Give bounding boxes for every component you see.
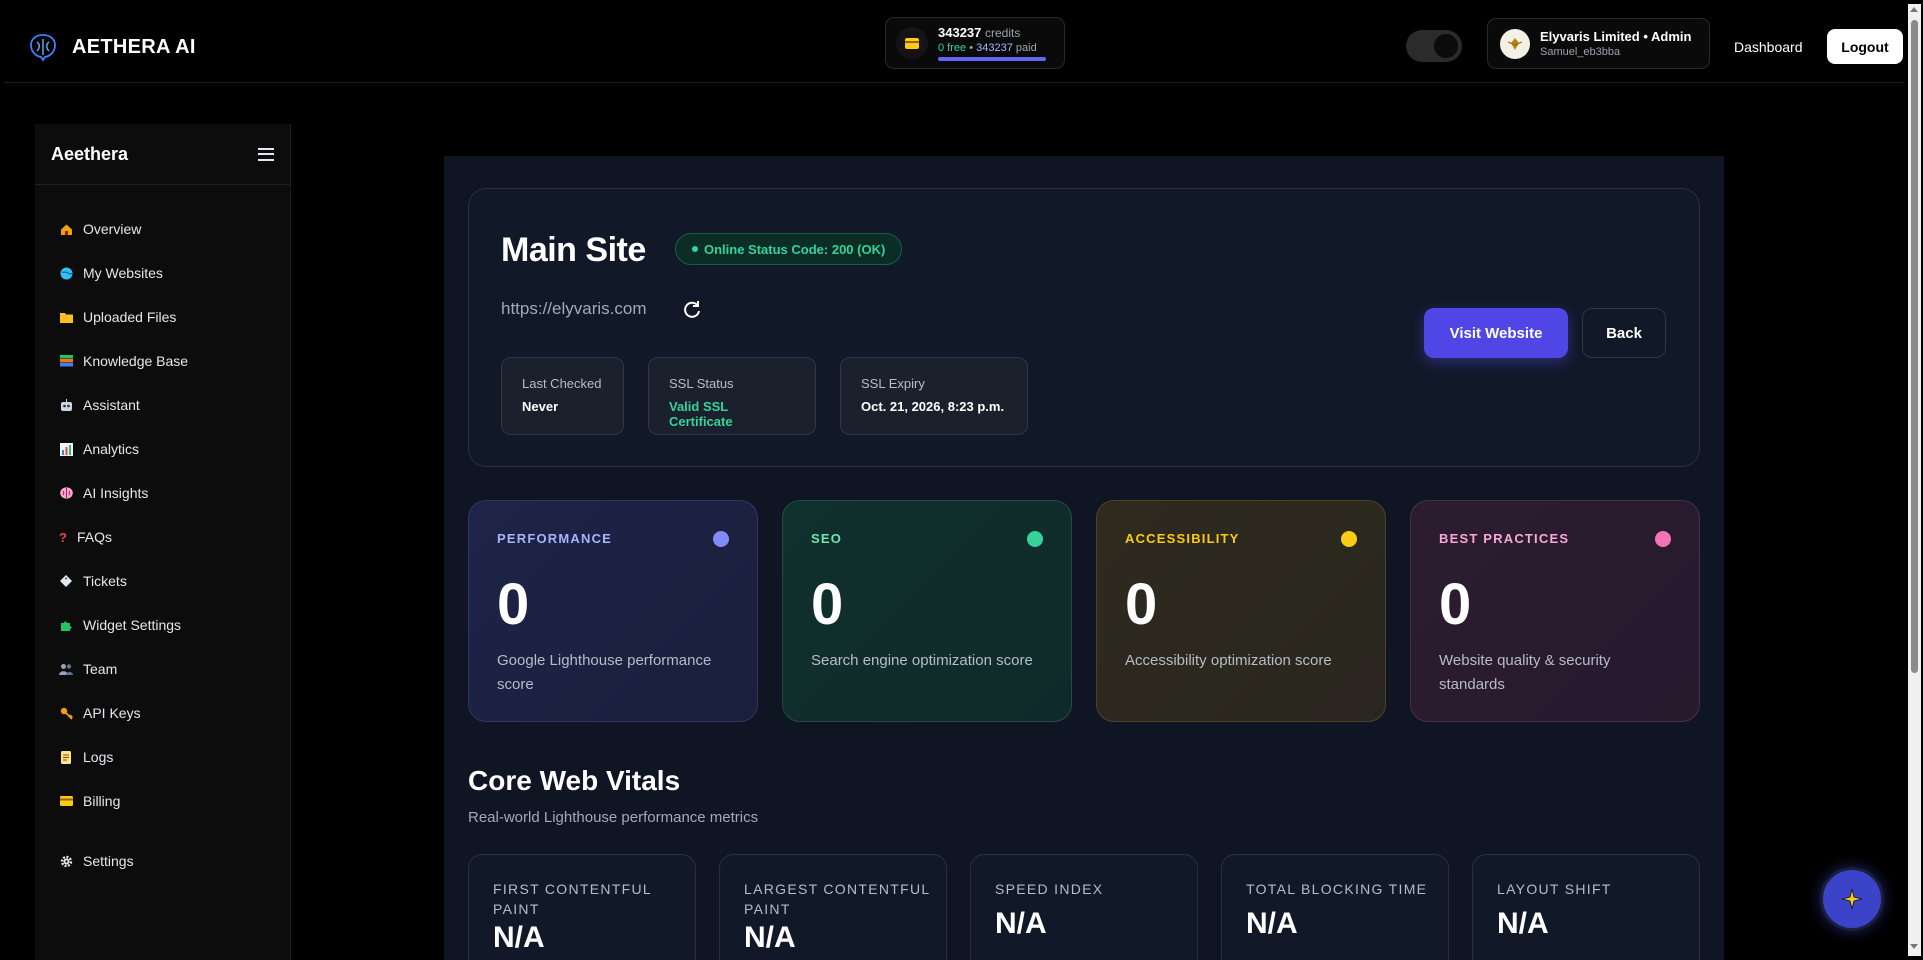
- sidebar-item-my-websites[interactable]: My Websites: [59, 261, 163, 285]
- main-content: Main Site Online Status Code: 200 (OK) h…: [444, 156, 1724, 960]
- last-checked-box: Last Checked Never: [501, 357, 624, 435]
- sidebar-item-billing[interactable]: Billing: [59, 789, 120, 813]
- sidebar-item-logs[interactable]: Logs: [59, 745, 113, 769]
- sidebar-item-analytics[interactable]: Analytics: [59, 437, 139, 461]
- layout-shift-card: LAYOUT SHIFT N/A: [1472, 854, 1700, 960]
- logout-button[interactable]: Logout: [1827, 29, 1903, 64]
- sidebar-item-ai-insights[interactable]: AI Insights: [59, 481, 148, 505]
- dashboard-link[interactable]: Dashboard: [1734, 39, 1803, 55]
- users-icon: [59, 662, 73, 676]
- globe-icon: [59, 266, 73, 280]
- top-bar: AETHERA AI 343237 credits 0 free • 34323…: [4, 4, 1904, 83]
- brand-name: AETHERA AI: [72, 35, 196, 58]
- performance-dot-icon: [713, 531, 729, 547]
- sidebar-header: Aeethera: [35, 124, 290, 185]
- largest-contentful-paint-card: LARGEST CONTENTFUL PAINT N/A: [719, 854, 947, 960]
- visit-website-button[interactable]: Visit Website: [1424, 308, 1568, 358]
- sidebar-item-team[interactable]: Team: [59, 657, 117, 681]
- credits-widget[interactable]: 343237 credits 0 free • 343237 paid: [885, 17, 1065, 69]
- avatar: [1500, 28, 1530, 59]
- sidebar-item-widget-settings[interactable]: Widget Settings: [59, 613, 181, 637]
- credits-breakdown: 0 free • 343237 paid: [938, 42, 1037, 54]
- status-dot-icon: [692, 246, 698, 252]
- seo-score-card: SEO 0 Search engine optimization score: [782, 500, 1072, 722]
- speed-index-card: SPEED INDEX N/A: [970, 854, 1198, 960]
- brain-icon: [59, 486, 73, 500]
- bar-chart-icon: [59, 442, 73, 456]
- site-overview-card: Main Site Online Status Code: 200 (OK) h…: [468, 188, 1700, 467]
- sidebar-item-knowledge-base[interactable]: Knowledge Base: [59, 349, 188, 373]
- page-scrollbar[interactable]: [1908, 4, 1921, 956]
- ticket-icon: [59, 574, 73, 588]
- status-badge: Online Status Code: 200 (OK): [675, 233, 903, 265]
- accessibility-score-card: ACCESSIBILITY 0 Accessibility optimizati…: [1096, 500, 1386, 722]
- best-practices-dot-icon: [1655, 531, 1671, 547]
- credit-card-icon: [59, 794, 73, 808]
- sidebar-item-tickets[interactable]: Tickets: [59, 569, 127, 593]
- sidebar-item-uploaded-files[interactable]: Uploaded Files: [59, 305, 176, 329]
- back-button[interactable]: Back: [1582, 308, 1666, 358]
- hamburger-menu-icon[interactable]: [258, 147, 274, 161]
- ssl-status-box: SSL Status Valid SSL Certificate: [648, 357, 816, 435]
- performance-score-card: PERFORMANCE 0 Google Lighthouse performa…: [468, 500, 758, 722]
- account-username: Samuel_eb3bba: [1540, 46, 1621, 58]
- seo-dot-icon: [1027, 531, 1043, 547]
- puzzle-icon: [59, 618, 73, 632]
- sidebar-item-faqs[interactable]: ? FAQs: [59, 525, 112, 549]
- scroll-icon: [59, 750, 73, 764]
- scroll-up-arrow-icon[interactable]: [1910, 7, 1918, 12]
- home-icon: [59, 222, 73, 236]
- refresh-icon[interactable]: [681, 299, 703, 321]
- best-practices-score-card: BEST PRACTICES 0 Website quality & secur…: [1410, 500, 1700, 722]
- core-web-vitals-subtitle: Real-world Lighthouse performance metric…: [468, 809, 759, 826]
- robot-icon: [59, 398, 73, 412]
- sidebar-title: Aeethera: [51, 143, 129, 164]
- account-menu[interactable]: Elyvaris Limited • Admin Samuel_eb3bba: [1487, 18, 1710, 69]
- theme-toggle[interactable]: [1406, 30, 1462, 62]
- brain-logo-icon: [30, 34, 56, 62]
- toggle-knob: [1434, 34, 1458, 58]
- gear-icon: [59, 854, 73, 868]
- sidebar-item-api-keys[interactable]: API Keys: [59, 701, 141, 725]
- page-title: Main Site: [501, 231, 646, 269]
- credits-total: 343237 credits: [938, 25, 1021, 40]
- brand[interactable]: AETHERA AI: [26, 30, 196, 64]
- sidebar: Aeethera Overview My Websites Uploaded F…: [35, 124, 291, 960]
- total-blocking-time-card: TOTAL BLOCKING TIME N/A: [1221, 854, 1449, 960]
- sidebar-item-overview[interactable]: Overview: [59, 217, 141, 241]
- books-icon: [59, 354, 73, 368]
- first-contentful-paint-card: FIRST CONTENTFUL PAINT N/A: [468, 854, 696, 960]
- scroll-down-arrow-icon[interactable]: [1910, 944, 1918, 949]
- ssl-expiry-box: SSL Expiry Oct. 21, 2026, 8:23 p.m.: [840, 357, 1028, 435]
- question-icon: ?: [59, 529, 67, 545]
- ai-assistant-fab[interactable]: [1820, 867, 1884, 931]
- sparkle-icon: [1841, 888, 1863, 910]
- accessibility-dot-icon: [1341, 531, 1357, 547]
- core-web-vitals-title: Core Web Vitals: [468, 765, 681, 796]
- sidebar-item-settings[interactable]: Settings: [59, 849, 134, 873]
- credits-progress-bar: [938, 57, 1046, 61]
- sidebar-item-assistant[interactable]: Assistant: [59, 393, 140, 417]
- site-url: https://elyvaris.com: [501, 299, 647, 318]
- credit-card-icon: [896, 27, 928, 59]
- scroll-thumb[interactable]: [1911, 20, 1918, 673]
- key-icon: [59, 706, 73, 720]
- account-name: Elyvaris Limited • Admin: [1540, 29, 1692, 44]
- folder-icon: [59, 310, 73, 324]
